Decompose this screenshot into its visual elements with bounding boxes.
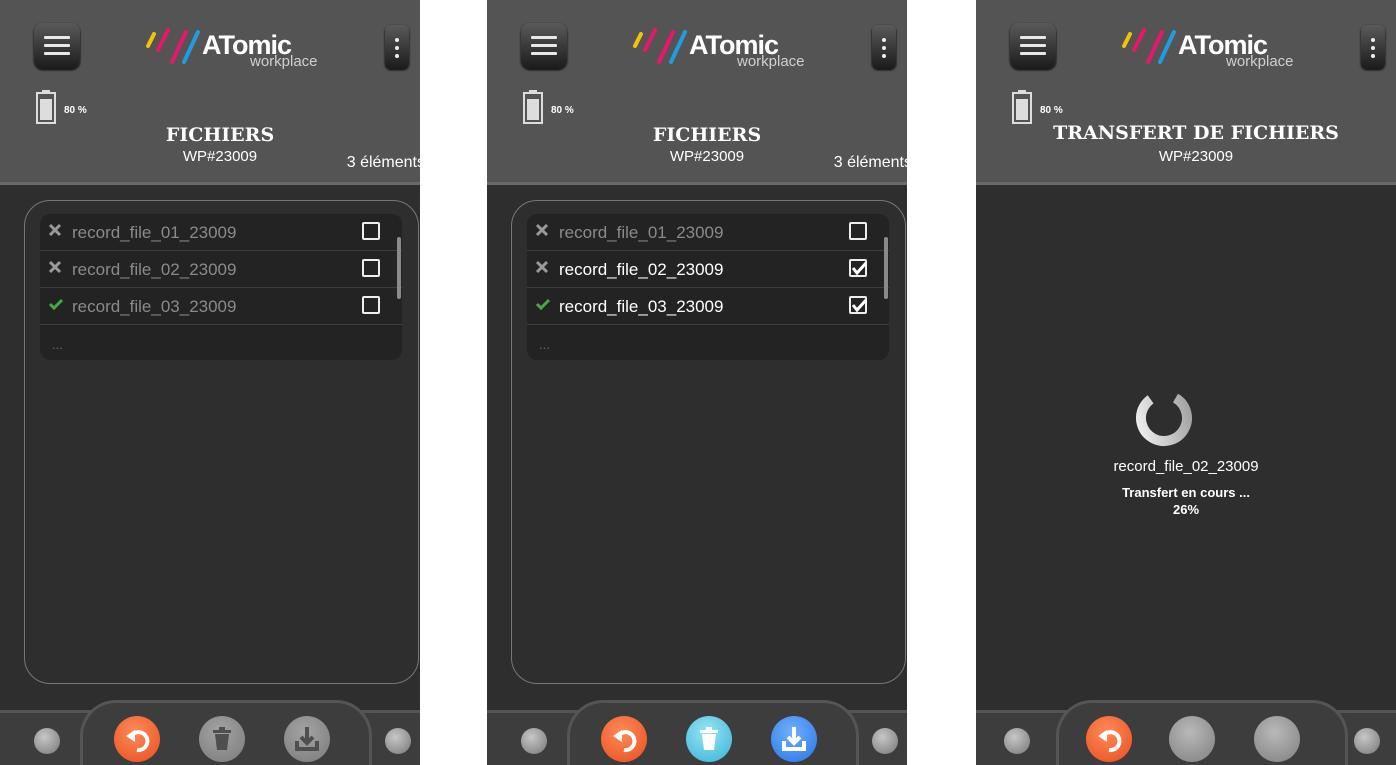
more-vertical-icon <box>1371 38 1375 42</box>
undo-icon <box>613 730 637 753</box>
footer-button-empty[interactable] <box>1169 716 1215 762</box>
close-icon <box>535 223 549 241</box>
logo-subtext: workplace <box>1226 53 1294 70</box>
check-icon <box>48 297 64 315</box>
footer-button-empty[interactable] <box>1254 716 1300 762</box>
menu-icon <box>1020 36 1046 39</box>
more-items: ... <box>539 337 550 352</box>
undo-icon <box>1098 730 1122 753</box>
logo-mark-icon <box>1122 28 1176 64</box>
page-title: FICHIERS <box>165 124 275 146</box>
list-item[interactable]: record_file_03_23009 <box>40 288 402 325</box>
trash-icon <box>213 727 231 750</box>
more-vertical-icon <box>395 38 399 42</box>
file-checkbox[interactable] <box>362 296 380 314</box>
transfer-status: Transfert en cours ... <box>1122 485 1250 500</box>
check-icon <box>535 297 551 315</box>
header: ATomic workplace 80 % TRANSFERT DE FICHI… <box>976 0 1396 185</box>
download-button[interactable] <box>771 716 817 762</box>
scrollbar[interactable] <box>397 237 401 299</box>
footer-right-dot[interactable] <box>1354 728 1380 754</box>
transfer-file-name: record_file_02_23009 <box>1113 458 1259 475</box>
item-count: 3 éléments <box>833 154 907 171</box>
page-title: FICHIERS <box>652 124 762 146</box>
file-checkbox[interactable] <box>849 222 867 240</box>
menu-button[interactable] <box>1010 23 1056 69</box>
logo: ATomic workplace <box>142 20 318 70</box>
header: ATomic workplace 80 % FICHIERS WP#23009 … <box>487 0 907 185</box>
close-icon <box>48 260 62 278</box>
delete-button[interactable] <box>199 716 245 762</box>
page-title: TRANSFERT DE FICHIERS <box>1053 122 1339 144</box>
item-count: 3 éléments <box>346 154 420 171</box>
close-icon <box>48 223 62 241</box>
battery-percent: 80 % <box>64 105 87 116</box>
menu-icon <box>44 36 70 39</box>
more-items: ... <box>52 337 63 352</box>
delete-button[interactable] <box>686 716 732 762</box>
logo-subtext: workplace <box>737 53 805 70</box>
download-icon <box>782 727 806 751</box>
spinner-icon <box>1136 390 1192 446</box>
screen-files-selected: ATomic workplace 80 % FICHIERS WP#23009 … <box>487 0 907 765</box>
screen-file-transfer: ATomic workplace 80 % TRANSFERT DE FICHI… <box>976 0 1396 765</box>
file-list[interactable]: record_file_01_23009 record_file_02_2300… <box>40 214 402 360</box>
footer-left-dot[interactable] <box>34 728 60 754</box>
undo-button[interactable] <box>114 716 160 762</box>
logo-subtext: workplace <box>250 53 318 70</box>
file-checkbox[interactable] <box>362 259 380 277</box>
file-name: record_file_02_23009 <box>72 260 237 279</box>
more-vertical-icon <box>882 38 886 42</box>
battery-icon <box>1012 90 1032 124</box>
header: ATomic workplace 80 % FICHIERS WP#23009 … <box>0 0 420 185</box>
undo-button[interactable] <box>1086 716 1132 762</box>
logo-mark-icon <box>633 28 687 64</box>
file-checkbox[interactable] <box>362 222 380 240</box>
file-checkbox-checked[interactable] <box>849 296 868 314</box>
battery-icon <box>36 90 56 124</box>
transfer-percent: 26% <box>1172 502 1200 517</box>
file-checkbox-checked[interactable] <box>849 259 868 277</box>
trash-icon <box>700 727 718 750</box>
file-name: record_file_03_23009 <box>559 297 724 316</box>
more-button[interactable] <box>385 25 409 69</box>
list-item[interactable]: record_file_01_23009 <box>40 214 402 251</box>
footer-left-dot[interactable] <box>1004 728 1030 754</box>
scrollbar[interactable] <box>884 237 888 299</box>
battery-percent: 80 % <box>551 105 574 116</box>
more-button[interactable] <box>872 25 896 69</box>
undo-button[interactable] <box>601 716 647 762</box>
file-name: record_file_01_23009 <box>559 223 724 242</box>
list-item[interactable]: record_file_02_23009 <box>40 251 402 288</box>
device-id: WP#23009 <box>1158 148 1234 165</box>
file-list[interactable]: record_file_01_23009 record_file_02_2300… <box>527 214 889 360</box>
file-name: record_file_02_23009 <box>559 260 724 279</box>
more-button[interactable] <box>1361 25 1385 69</box>
menu-button[interactable] <box>521 23 567 69</box>
list-item[interactable]: record_file_02_23009 <box>527 251 889 288</box>
list-item[interactable]: record_file_03_23009 <box>527 288 889 325</box>
close-icon <box>535 260 549 278</box>
battery-icon <box>523 90 543 124</box>
list-item[interactable]: record_file_01_23009 <box>527 214 889 251</box>
menu-button[interactable] <box>34 23 80 69</box>
logo: ATomic workplace <box>1118 20 1294 70</box>
battery-percent: 80 % <box>1040 105 1063 116</box>
undo-icon <box>126 730 150 753</box>
download-button[interactable] <box>284 716 330 762</box>
footer-right-dot[interactable] <box>385 728 411 754</box>
download-icon <box>295 727 319 751</box>
footer-right-dot[interactable] <box>872 728 898 754</box>
file-name: record_file_01_23009 <box>72 223 237 242</box>
logo: ATomic workplace <box>629 20 805 70</box>
screen-files-unselected: ATomic workplace 80 % FICHIERS WP#23009 … <box>0 0 420 765</box>
footer-left-dot[interactable] <box>521 728 547 754</box>
menu-icon <box>531 36 557 39</box>
file-name: record_file_03_23009 <box>72 297 237 316</box>
logo-mark-icon <box>146 28 200 64</box>
